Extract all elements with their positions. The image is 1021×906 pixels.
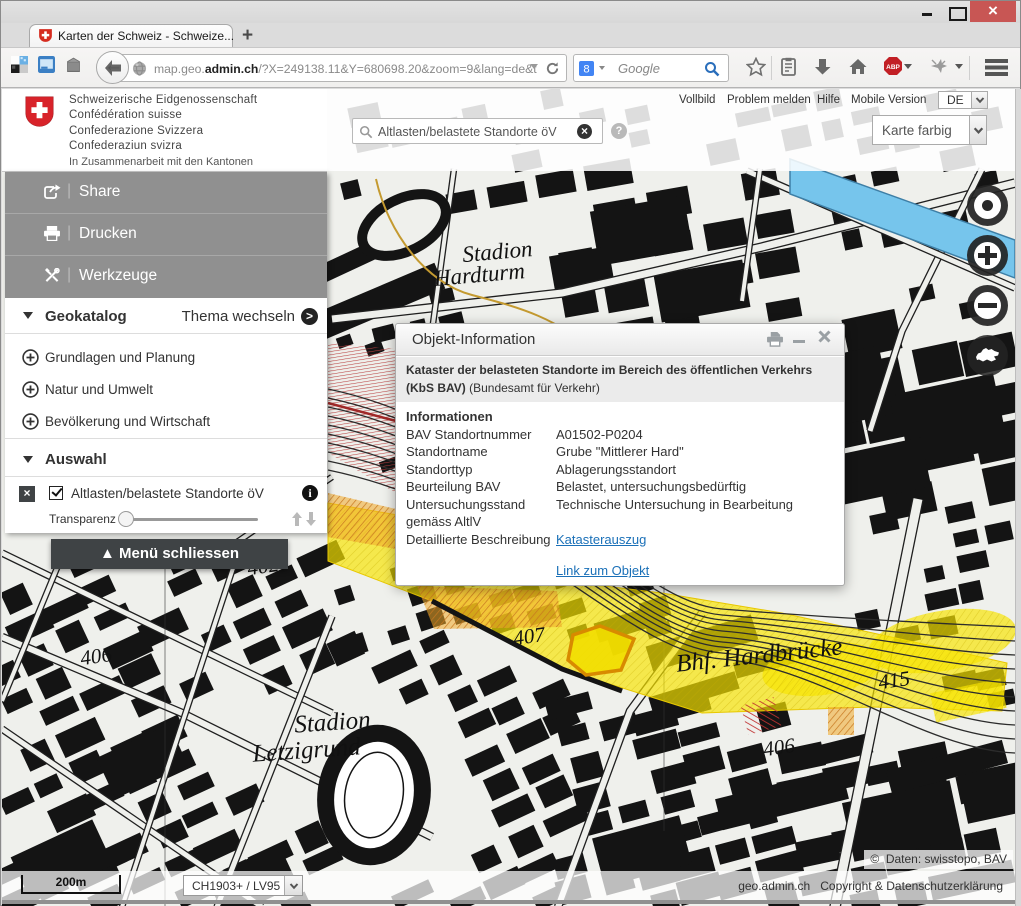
- svg-text:8: 8: [583, 64, 589, 76]
- svg-text:406: 406: [762, 733, 797, 761]
- svg-text:406: 406: [79, 642, 114, 670]
- svg-text:Stadion: Stadion: [293, 706, 371, 738]
- svg-text:407: 407: [512, 622, 548, 650]
- svg-text:415: 415: [877, 666, 912, 694]
- svg-text:ABP: ABP: [886, 64, 900, 71]
